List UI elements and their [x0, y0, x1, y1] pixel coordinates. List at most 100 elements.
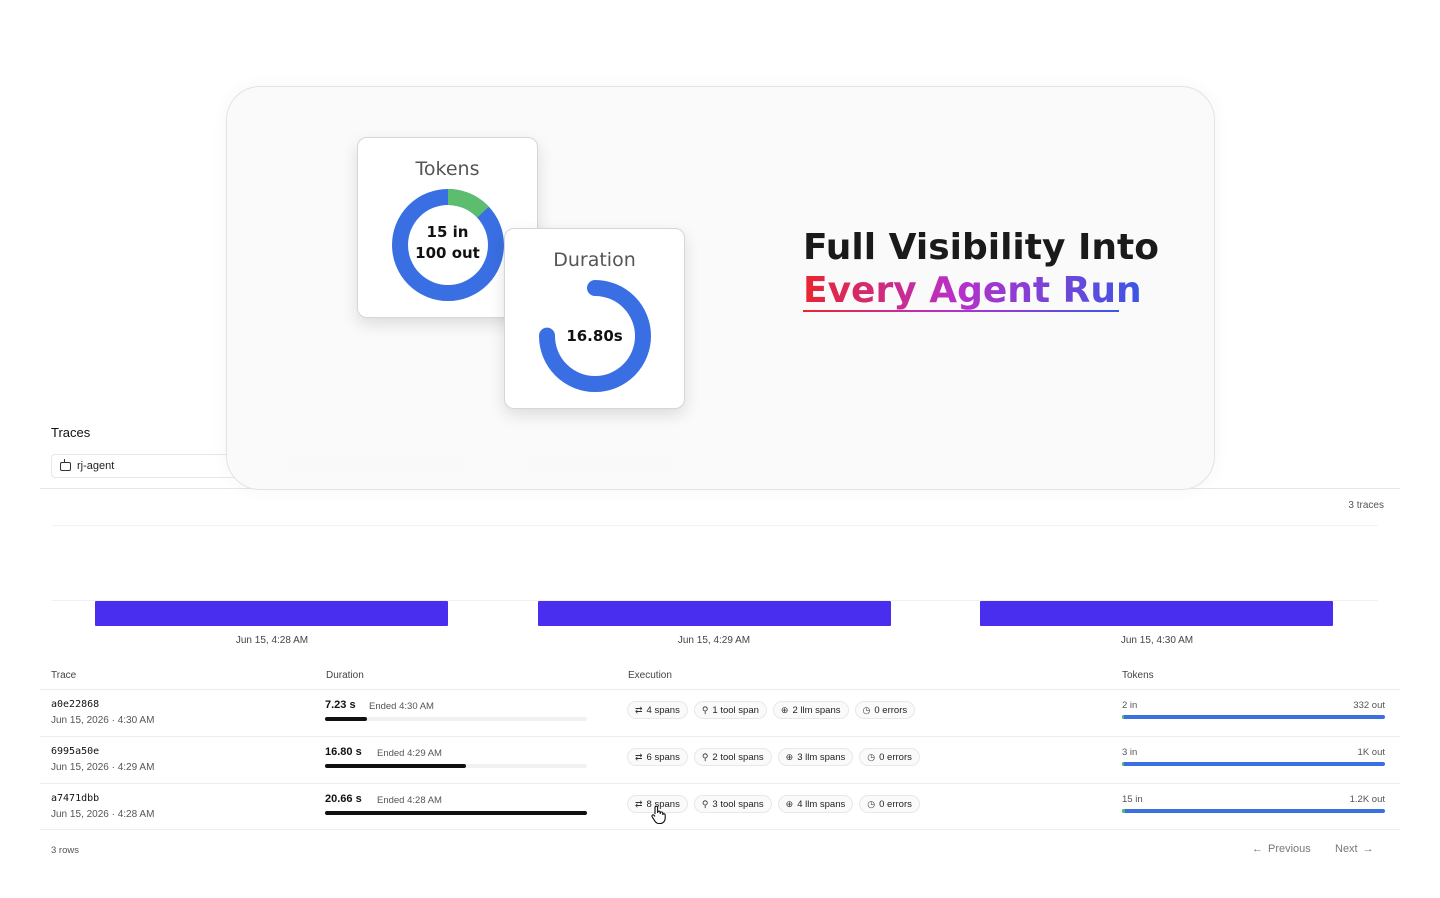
- arrow-right-icon: →: [1362, 843, 1374, 855]
- duration-value: 20.66 s: [325, 793, 362, 805]
- timeline-label: Jun 15, 4:30 AM: [1120, 635, 1194, 646]
- tool-spans-chip[interactable]: ⚲ 1 tool span: [693, 701, 767, 719]
- duration-ended: Ended 4:30 AM: [369, 701, 434, 712]
- execution-chips: ⇄ 4 spans ⚲ 1 tool span ⊕ 2 llm spans ◷ 0 er…: [627, 701, 916, 719]
- previous-button[interactable]: ← Previous: [1252, 843, 1311, 855]
- errors-label: 0 errors: [879, 751, 912, 763]
- headline-underline: [803, 310, 1119, 312]
- column-header-execution[interactable]: Execution: [628, 670, 672, 681]
- tokens-out: 1.2K out: [1349, 794, 1385, 805]
- trace-count: 3 traces: [1348, 500, 1384, 511]
- tool-spans-label: 1 tool span: [712, 704, 759, 716]
- tokens-in: 15 in: [1122, 794, 1143, 805]
- duration-ended: Ended 4:28 AM: [377, 795, 442, 806]
- tokens-in-fill: [1122, 762, 1125, 766]
- table-row[interactable]: 6995a50e Jun 15, 2026 · 4:29 AM 16.80 s …: [40, 737, 1400, 783]
- tokens-out: 332 out: [1353, 700, 1385, 711]
- llm-spans-chip[interactable]: ⊕ 2 llm spans: [772, 701, 849, 719]
- tool-spans-chip[interactable]: ⚲ 2 tool spans: [693, 748, 772, 766]
- branch-icon: ⇄: [635, 704, 643, 715]
- tokens-in-fill: [1122, 715, 1125, 719]
- clock-icon: ◷: [862, 704, 871, 715]
- llm-spans-label: 2 llm spans: [792, 704, 841, 716]
- errors-label: 0 errors: [874, 704, 908, 716]
- spans-label: 6 spans: [646, 751, 680, 763]
- clock-icon: ◷: [867, 798, 876, 809]
- wrench-icon: ⚲: [701, 798, 709, 809]
- duration-bar-fill: [325, 811, 587, 815]
- tokens-in-fill: [1122, 809, 1126, 813]
- trace-id[interactable]: a0e22868: [51, 699, 99, 710]
- errors-chip[interactable]: ◷ 0 errors: [859, 748, 920, 766]
- llm-icon: ⊕: [785, 751, 794, 762]
- rows-count: 3 rows: [51, 845, 79, 856]
- next-button[interactable]: Next →: [1335, 843, 1374, 855]
- page-title: Traces: [51, 425, 91, 440]
- divider: [52, 525, 1378, 526]
- trace-id[interactable]: a7471dbb: [51, 793, 99, 804]
- table-row[interactable]: a7471dbb Jun 15, 2026 · 4:28 AM 20.66 s …: [40, 784, 1400, 830]
- column-header-tokens[interactable]: Tokens: [1122, 670, 1154, 681]
- tool-spans-label: 3 tool spans: [712, 798, 764, 810]
- tokens-bar: [1122, 809, 1385, 813]
- errors-label: 0 errors: [879, 798, 912, 810]
- previous-label: Previous: [1268, 843, 1311, 855]
- timeline-bar[interactable]: [95, 601, 448, 626]
- duration-bar: [325, 764, 587, 768]
- duration-bar: [325, 717, 587, 721]
- agent-filter-label: rj-agent: [77, 460, 115, 472]
- branch-icon: ⇄: [635, 751, 643, 762]
- headline-line1: Full Visibility Into: [803, 227, 1159, 268]
- trace-date: Jun 15, 2026 · 4:29 AM: [51, 762, 155, 773]
- table-row[interactable]: a0e22868 Jun 15, 2026 · 4:30 AM 7.23 s E…: [40, 690, 1400, 736]
- spans-label: 4 spans: [646, 704, 680, 716]
- column-header-duration[interactable]: Duration: [326, 670, 364, 681]
- column-header-trace[interactable]: Trace: [51, 670, 76, 681]
- timeline-label: Jun 15, 4:28 AM: [235, 635, 309, 646]
- duration-bar-fill: [325, 717, 367, 721]
- tokens-in: 2 in: [1122, 700, 1138, 711]
- duration-bar-fill: [325, 764, 467, 768]
- trace-date: Jun 15, 2026 · 4:28 AM: [51, 809, 155, 820]
- timeline-bar[interactable]: [538, 601, 891, 626]
- bot-icon: [60, 458, 71, 471]
- llm-spans-label: 4 llm spans: [797, 798, 846, 810]
- clock-icon: ◷: [867, 751, 876, 762]
- timeline-label: Jun 15, 4:29 AM: [677, 635, 751, 646]
- tool-spans-label: 2 tool spans: [712, 751, 764, 763]
- timeline-bar[interactable]: [980, 601, 1333, 626]
- next-label: Next: [1335, 843, 1358, 855]
- duration-value-label: 16.80s: [566, 327, 623, 345]
- tokens-out: 1K out: [1357, 747, 1385, 758]
- duration-card: Duration 16.80s: [504, 228, 685, 409]
- duration-value: 16.80 s: [325, 746, 362, 758]
- wrench-icon: ⚲: [701, 751, 709, 762]
- llm-icon: ⊕: [785, 798, 794, 809]
- branch-icon: ⇄: [635, 798, 643, 809]
- execution-chips: ⇄ 8 spans ⚲ 3 tool spans ⊕ 4 llm spans ◷ 0 e…: [627, 795, 920, 813]
- spans-chip[interactable]: ⇄ 6 spans: [627, 748, 688, 766]
- duration-value: 7.23 s: [325, 699, 356, 711]
- arrow-left-icon: ←: [1252, 843, 1263, 855]
- duration-bar: [325, 811, 587, 815]
- tokens-bar: [1122, 762, 1385, 766]
- hand-cursor-icon: [651, 805, 666, 825]
- llm-spans-label: 3 llm spans: [797, 751, 846, 763]
- duration-ended: Ended 4:29 AM: [377, 748, 442, 759]
- tokens-in: 3 in: [1122, 747, 1138, 758]
- divider: [40, 829, 1400, 830]
- errors-chip[interactable]: ◷ 0 errors: [854, 701, 916, 719]
- errors-chip[interactable]: ◷ 0 errors: [859, 795, 920, 813]
- spans-chip[interactable]: ⇄ 4 spans: [627, 701, 688, 719]
- duration-donut: [539, 280, 651, 392]
- headline-line2: Every Agent Run: [803, 270, 1142, 311]
- llm-icon: ⊕: [780, 704, 789, 715]
- execution-chips: ⇄ 6 spans ⚲ 2 tool spans ⊕ 3 llm spans ◷ 0 e…: [627, 748, 920, 766]
- tool-spans-chip[interactable]: ⚲ 3 tool spans: [693, 795, 772, 813]
- trace-id[interactable]: 6995a50e: [51, 746, 99, 757]
- llm-spans-chip[interactable]: ⊕ 4 llm spans: [777, 795, 854, 813]
- tokens-bar: [1122, 715, 1385, 719]
- trace-date: Jun 15, 2026 · 4:30 AM: [51, 715, 155, 726]
- wrench-icon: ⚲: [701, 704, 709, 715]
- llm-spans-chip[interactable]: ⊕ 3 llm spans: [777, 748, 854, 766]
